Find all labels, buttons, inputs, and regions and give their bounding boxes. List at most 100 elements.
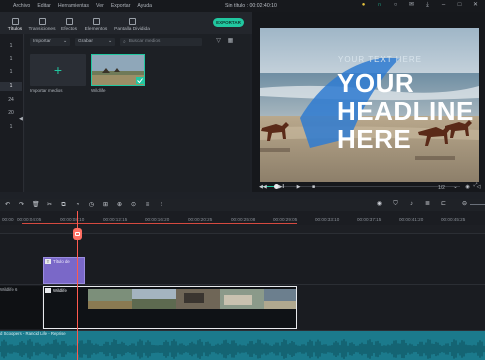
headline-line-3: HERE	[337, 124, 412, 154]
menu-bar: Archivo Editar Herramientas Ver Exportar Ayud…	[0, 0, 485, 12]
grid-view-icon[interactable]: ▦	[227, 38, 234, 45]
mixer-icon[interactable]: ≣	[424, 201, 431, 208]
plus-icon: +	[53, 62, 63, 78]
rail-item-4[interactable]: 24	[0, 96, 22, 105]
camera-icon[interactable]: ◉	[464, 184, 471, 191]
rail-item-2[interactable]: 1	[0, 68, 22, 77]
minimize-icon[interactable]: –	[440, 2, 447, 9]
tab-label: Transiciones	[28, 27, 56, 32]
tab-0[interactable]: Títulos	[2, 18, 28, 34]
adjust-icon[interactable]: ≡	[144, 202, 151, 209]
category-rail: 1 1 1 1 24 20 1	[0, 34, 24, 192]
download-icon[interactable]: ⤓	[424, 2, 431, 9]
video-track-label: Wildlife 6	[0, 287, 18, 292]
preview-video[interactable]: YOUR TEXT HERE YOUR HEADLINE HERE	[260, 28, 479, 182]
timeline-tracks: T Título de Wildlife 6 Wildlife d Scoope…	[0, 225, 485, 360]
import-media-tile[interactable]: +	[30, 54, 86, 86]
speed-icon[interactable]: ◷	[88, 202, 95, 209]
title-clip-icon: T	[45, 259, 51, 264]
title-clip-label: Título de	[53, 259, 70, 264]
record-dropdown[interactable]: Grabar ⌄	[75, 37, 115, 46]
ruler-tick: 00:00:29:05	[273, 217, 298, 222]
shield-icon[interactable]: ⛉	[392, 201, 399, 208]
chevron-down-icon: ⌄	[107, 39, 112, 44]
split-screen-icon	[128, 18, 136, 25]
marker-icon[interactable]: ⊞	[102, 202, 109, 209]
tab-1[interactable]: Transiciones	[28, 18, 56, 34]
preview-subtext: YOUR TEXT HERE	[338, 55, 422, 64]
ruler-tick: 00:00:33:10	[315, 217, 340, 222]
chevron-down-icon[interactable]: ⌄	[452, 184, 459, 191]
render-icon[interactable]: ◉	[376, 201, 383, 208]
audio-clip[interactable]: d Scoopers - Rancid Life - Reprise	[0, 331, 485, 360]
freeze-icon[interactable]: ⊙	[130, 202, 137, 209]
headset-icon[interactable]: ∩	[376, 2, 383, 9]
ruler-tick: 00:00:12:15	[103, 217, 128, 222]
lightbulb-icon[interactable]: ●	[360, 2, 367, 9]
menu-item-2[interactable]: Herramientas	[58, 3, 89, 9]
tab-label: Elementos	[84, 27, 108, 32]
export-button[interactable]: EXPORTAR	[213, 18, 244, 27]
close-icon[interactable]: ✕	[472, 2, 479, 9]
audio-clip-label: d Scoopers - Rancid Life - Reprise	[0, 331, 66, 336]
maximize-icon[interactable]: □	[456, 2, 463, 9]
zoom-icon[interactable]: ⊕	[116, 202, 123, 209]
menu-item-1[interactable]: Editar	[37, 3, 51, 9]
page-indicator[interactable]: 1/2	[438, 185, 445, 191]
volume-icon[interactable]: ◁	[475, 184, 482, 191]
search-placeholder: Buscar medios	[128, 39, 161, 44]
color-icon[interactable]: ◔	[74, 202, 81, 209]
play-icon[interactable]: ▶	[295, 184, 302, 191]
mic-icon[interactable]: ♪	[408, 201, 415, 208]
tab-3[interactable]: Elementos	[82, 18, 110, 34]
crop-icon[interactable]: ⧉	[60, 202, 67, 209]
ruler-tick: 00:00	[2, 217, 14, 222]
timeline-toolbar: ↶ ↷ 🗑 ✂ ⧉ ◔ ◷ ⊞ ⊕ ⊙ ≡ ⫶ ◉ ⛉ ♪ ≣ ⊏ ⊖	[0, 199, 485, 211]
undo-icon[interactable]: ↶	[4, 202, 11, 209]
wildlife-clip-thumbnail[interactable]	[91, 54, 145, 86]
transition-icon	[38, 18, 46, 25]
media-panel: Importar ⌄ Grabar ⌄ ⌕ Buscar medios ▽ ▦ + I…	[25, 34, 250, 192]
import-dropdown[interactable]: Importar ⌄	[30, 37, 70, 46]
zoom-slider[interactable]	[470, 204, 485, 205]
rail-item-0[interactable]: 1	[0, 42, 22, 51]
mail-icon[interactable]: ✉	[408, 2, 415, 9]
audio-split-icon[interactable]: ⫶	[158, 202, 165, 209]
editor-window: Archivo Editar Herramientas Ver Exportar Ayud…	[0, 0, 485, 360]
tab-4[interactable]: Pantalla Dividida	[110, 18, 154, 34]
cut-icon[interactable]: ✂	[46, 202, 53, 209]
title-clip[interactable]: T Título de	[43, 257, 85, 284]
play-pause-icon[interactable]: ▶‖	[278, 184, 285, 191]
timeline-ruler[interactable]: 00:00 00:00:04:05 00:00:08:10 00:00:12:15 00…	[0, 211, 485, 225]
voice-icon[interactable]: ⊏	[440, 201, 447, 208]
wildlife-video-clip[interactable]: Wildlife	[43, 286, 297, 329]
import-dropdown-label: Importar	[33, 39, 51, 44]
playhead-handle[interactable]	[73, 228, 82, 240]
delete-icon[interactable]: 🗑	[32, 202, 40, 209]
collapse-icon[interactable]: ◀	[19, 116, 23, 122]
video-filmstrip	[88, 289, 296, 309]
preview-panel: YOUR TEXT HERE YOUR HEADLINE HERE ⤢	[252, 12, 485, 192]
redo-icon[interactable]: ↷	[18, 202, 25, 209]
previous-frame-icon[interactable]: ◀◀	[259, 184, 267, 191]
work-area-bar[interactable]	[22, 223, 297, 224]
search-icon: ⌕	[123, 39, 126, 45]
menu-item-4[interactable]: Exportar	[111, 3, 131, 9]
menu-item-0[interactable]: Archivo	[13, 3, 30, 9]
tab-2[interactable]: Efectos	[56, 18, 82, 34]
zoom-out-icon[interactable]: ⊖	[461, 201, 468, 208]
previous-clip[interactable]: Wildlife 6	[0, 286, 42, 329]
headline-line-2: HEADLINE	[337, 96, 474, 126]
ruler-tick: 00:00:04:05	[17, 217, 42, 222]
filter-icon[interactable]: ▽	[215, 38, 222, 45]
rail-item-6[interactable]: 1	[0, 123, 22, 132]
menu-item-3[interactable]: Ver	[96, 3, 104, 9]
divider	[0, 284, 485, 285]
rail-item-3[interactable]: 1	[0, 82, 22, 91]
media-search-input[interactable]: ⌕ Buscar medios	[120, 37, 202, 46]
rail-item-1[interactable]: 1	[0, 55, 22, 64]
account-icon[interactable]: ○	[392, 2, 399, 9]
stop-icon[interactable]: ■	[310, 184, 317, 191]
headline-line-1: YOUR	[337, 68, 415, 98]
menu-item-5[interactable]: Ayuda	[137, 3, 152, 9]
